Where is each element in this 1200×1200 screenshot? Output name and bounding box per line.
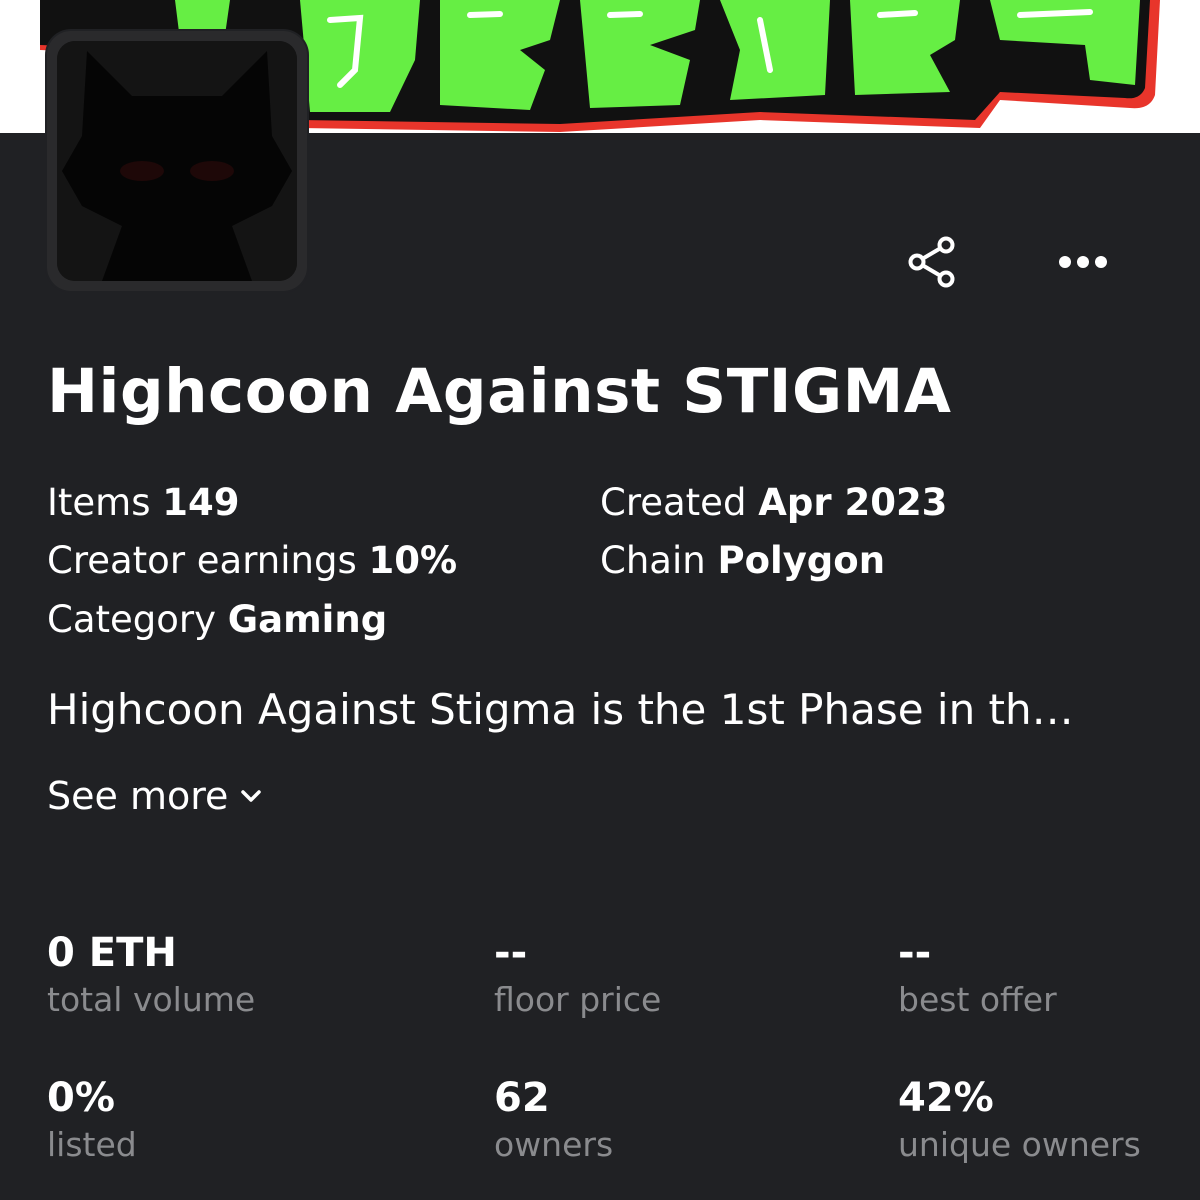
stat-owners: 62 owners xyxy=(494,1073,613,1167)
stat-label: floor price xyxy=(494,980,662,1019)
meta-creator-earnings: Creator earnings 10% xyxy=(47,536,457,586)
collection-page: Highcoon Against STIGMA Items 149 Creato… xyxy=(0,0,1200,1200)
meta-category-label: Category xyxy=(47,598,217,641)
meta-items: Items 149 xyxy=(47,478,240,528)
meta-chain: Chain Polygon xyxy=(600,536,885,586)
see-more-label: See more xyxy=(47,774,229,818)
collection-avatar[interactable] xyxy=(47,31,307,291)
stat-label: best offer xyxy=(898,980,1057,1019)
avatar-image xyxy=(57,41,297,281)
meta-creator-earnings-label: Creator earnings xyxy=(47,539,357,582)
share-icon xyxy=(908,236,955,288)
stat-value: 62 xyxy=(494,1075,550,1121)
stat-floor-price: -- floor price xyxy=(494,928,661,1022)
stat-listed: 0% listed xyxy=(47,1073,137,1167)
see-more-button[interactable]: See more xyxy=(47,770,262,822)
meta-chain-value: Polygon xyxy=(717,539,886,582)
stat-value: -- xyxy=(898,930,932,976)
stat-value: 42% xyxy=(898,1075,994,1121)
stat-label: total volume xyxy=(47,980,256,1019)
chevron-down-icon xyxy=(241,790,262,802)
meta-items-value: 149 xyxy=(162,481,240,524)
more-horizontal-icon xyxy=(1059,256,1107,268)
meta-category-value: Gaming xyxy=(227,598,388,641)
stat-label: listed xyxy=(47,1125,137,1164)
meta-category: Category Gaming xyxy=(47,595,387,645)
collection-title: Highcoon Against STIGMA xyxy=(47,356,952,427)
stat-value: 0 ETH xyxy=(47,930,177,976)
meta-created-value: Apr 2023 xyxy=(758,481,948,524)
meta-created-label: Created xyxy=(600,481,747,524)
stat-total-volume: 0 ETH total volume xyxy=(47,928,255,1022)
meta-creator-earnings-value: 10% xyxy=(368,539,458,582)
stat-unique-owners: 42% unique owners xyxy=(898,1073,1141,1167)
stat-label: unique owners xyxy=(898,1125,1141,1164)
meta-items-label: Items xyxy=(47,481,151,524)
meta-created: Created Apr 2023 xyxy=(600,478,947,528)
more-options-button[interactable] xyxy=(1053,232,1113,292)
collection-description: Highcoon Against Stigma is the 1st Phase… xyxy=(47,685,1074,734)
meta-chain-label: Chain xyxy=(600,539,706,582)
stat-label: owners xyxy=(494,1125,614,1164)
raccoon-silhouette-icon xyxy=(57,41,297,281)
stat-best-offer: -- best offer xyxy=(898,928,1057,1022)
stat-value: -- xyxy=(494,930,528,976)
stat-value: 0% xyxy=(47,1075,115,1121)
share-button[interactable] xyxy=(902,232,962,292)
